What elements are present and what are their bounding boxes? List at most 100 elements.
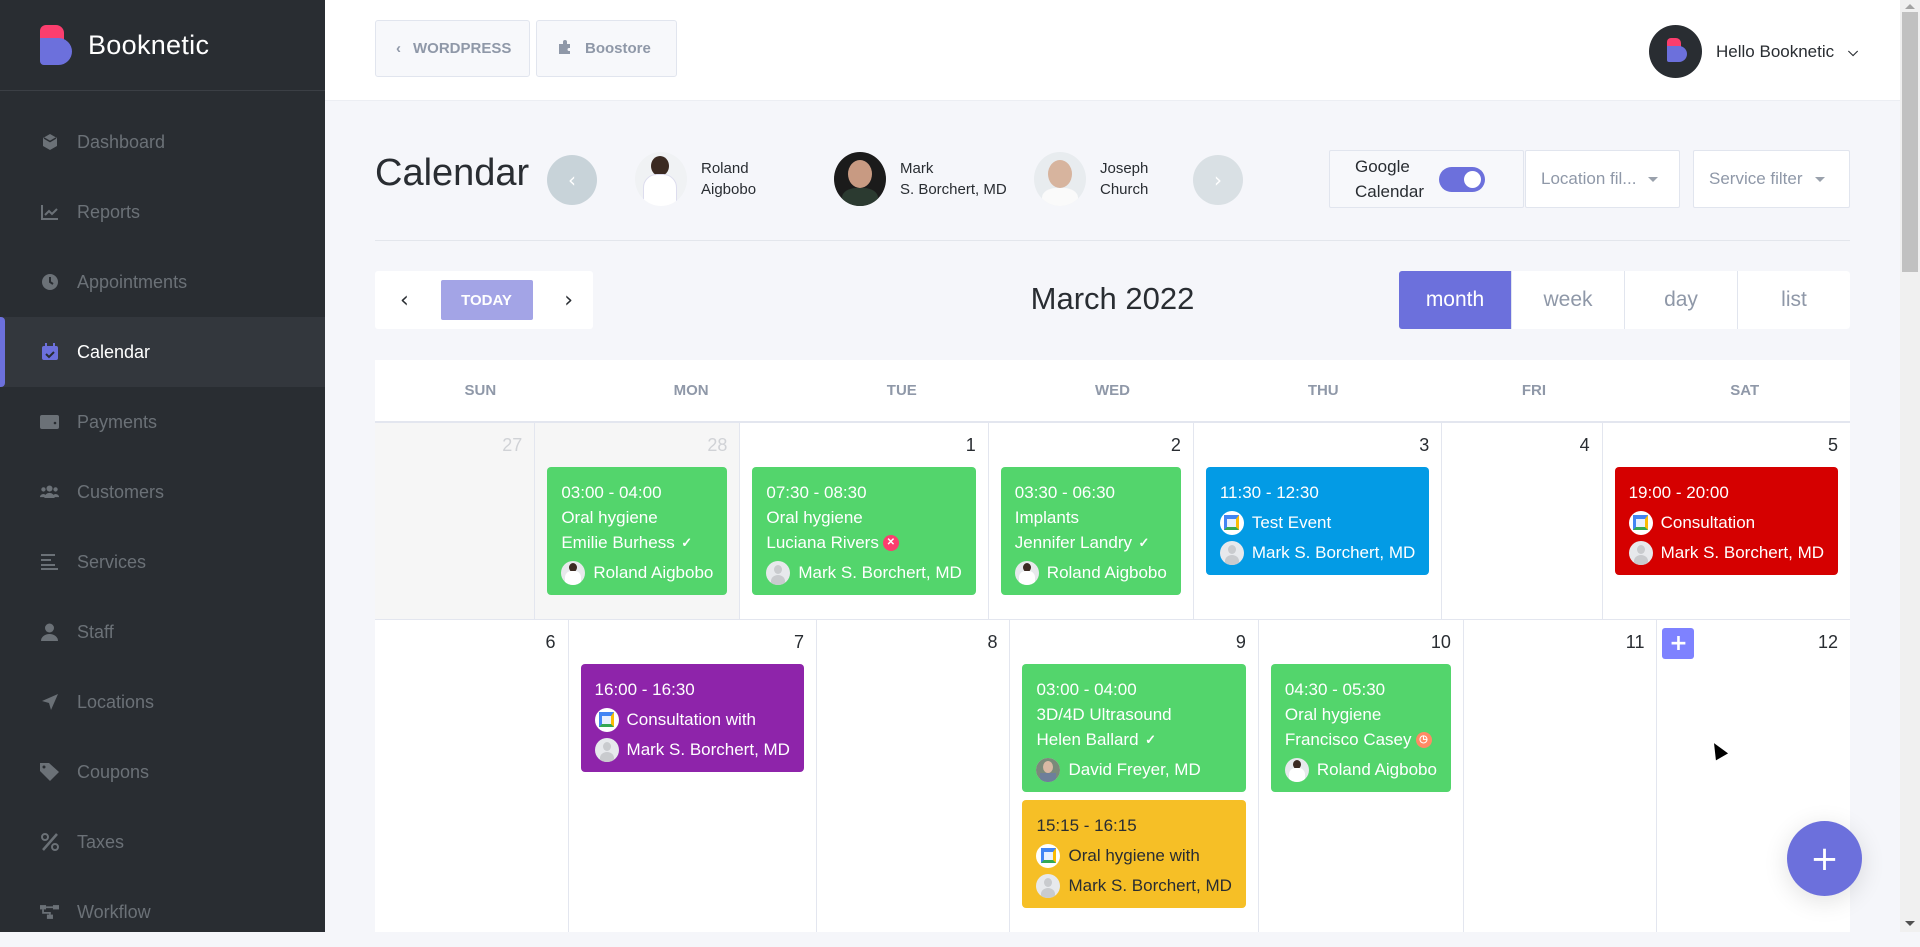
event-time: 03:00 - 04:00 (1036, 680, 1137, 699)
day-number: 2 (1170, 435, 1181, 455)
event-staff: Mark S. Borchert, MD (1068, 876, 1232, 895)
day-number: 8 (987, 632, 998, 652)
scroll-up-icon[interactable] (1905, 4, 1915, 9)
staff-avatar (1628, 540, 1653, 565)
view-week-button[interactable]: week (1512, 271, 1624, 329)
service-filter-select[interactable]: Service filter (1693, 150, 1850, 208)
calendar-event[interactable]: 15:15 - 16:15 Oral hygiene with Mark S. Bo… (1022, 800, 1246, 908)
calendar-day-cell[interactable]: 9 03:00 - 04:00 3D/4D Ultrasound Helen Ball… (1010, 620, 1259, 932)
service-filter-value: Service filter (1709, 169, 1803, 188)
calendar-day-cell[interactable]: 1 07:30 - 08:30 Oral hygiene Luciana Rivers… (740, 423, 989, 619)
wordpress-back-button[interactable]: ‹ WORDPRESS (375, 20, 530, 77)
calendar-event[interactable]: 07:30 - 08:30 Oral hygiene Luciana Rivers ✕… (752, 467, 976, 595)
calendar-day-cell[interactable]: 2 03:30 - 06:30 Implants Jennifer Landry ✓ Ro… (989, 423, 1194, 619)
event-staff: Roland Aigbobo (1316, 760, 1437, 779)
clock-icon (40, 273, 59, 292)
day-number: 1 (965, 435, 976, 455)
approved-check-icon: ✓ (1145, 732, 1156, 747)
scroll-thumb[interactable] (1902, 12, 1918, 272)
calendar-day-cell[interactable]: 3 11:30 - 12:30 Test Event Mark S. Borchert… (1194, 423, 1443, 619)
sidebar-item-reports[interactable]: Reports (0, 177, 325, 247)
sidebar-item-services[interactable]: Services (0, 527, 325, 597)
staff-filter-item[interactable]: Roland Aigbobo (635, 152, 756, 206)
sidebar-item-label: Appointments (77, 271, 188, 292)
staff-name: S. Borchert, MD (900, 181, 1007, 198)
calendar-toolbar: March 2022 ‹ TODAY › month week day list (375, 271, 1850, 330)
sidebar-item-label: Customers (77, 481, 165, 502)
calendar-event[interactable]: 03:30 - 06:30 Implants Jennifer Landry ✓ Rol… (1000, 467, 1181, 595)
day-number: 4 (1579, 435, 1590, 455)
staff-avatar (1036, 757, 1061, 782)
staff-filter-item[interactable]: Joseph Church (1034, 152, 1154, 206)
chevron-down-icon: ⌵ (1848, 43, 1858, 59)
sidebar-item-calendar[interactable]: Calendar (0, 317, 325, 387)
page-scrollbar[interactable] (1900, 0, 1920, 932)
boostore-button[interactable]: Boostore (536, 20, 677, 77)
user-avatar (1649, 25, 1703, 78)
staff-photo (635, 152, 687, 206)
event-service: Oral hygiene (561, 508, 658, 527)
add-appointment-day-button[interactable]: + (1662, 628, 1695, 659)
event-title: Oral hygiene with (1068, 846, 1200, 865)
event-time: 11:30 - 12:30 (1219, 483, 1319, 502)
next-month-button[interactable]: › (564, 288, 573, 313)
view-month-button[interactable]: month (1399, 271, 1511, 329)
location-filter-select[interactable]: Location fil... (1525, 150, 1680, 208)
user-menu[interactable]: Hello Booknetic ⌵ (1649, 25, 1858, 78)
calendar-week-row: 27 28 03:00 - 04:00 Oral hygiene Emilie Burh… (375, 423, 1850, 620)
calendar-event[interactable]: 03:00 - 04:00 Oral hygiene Emilie Burhess ✓… (547, 467, 728, 595)
chart-line-icon (40, 203, 59, 222)
calendar-day-cell[interactable]: 10 04:30 - 05:30 Oral hygiene Francisco Cas… (1259, 620, 1464, 932)
day-number: 5 (1828, 435, 1839, 455)
sidebar-item-appointments[interactable]: Appointments (0, 247, 325, 317)
calendar-event[interactable]: 03:00 - 04:00 3D/4D Ultrasound Helen Balla… (1022, 664, 1246, 792)
calendar-day-cell[interactable]: 28 03:00 - 04:00 Oral hygiene Emilie Burhes… (535, 423, 741, 619)
calendar-day-cell[interactable]: 5 19:00 - 20:00 Consultation Mark S. Borche… (1603, 423, 1850, 619)
cube-icon (40, 133, 59, 152)
sidebar-item-label: Dashboard (77, 131, 166, 152)
calendar-event[interactable]: 11:30 - 12:30 Test Event Mark S. Borchert,… (1205, 467, 1430, 575)
sidebar-item-payments[interactable]: Payments (0, 387, 325, 457)
calendar-day-cell[interactable]: 4 (1442, 423, 1603, 619)
event-time: 07:30 - 08:30 (766, 483, 867, 502)
calendar-event[interactable]: 16:00 - 16:30 Consultation with Mark S. Bo… (580, 664, 804, 772)
calendar-event[interactable]: 19:00 - 20:00 Consultation Mark S. Borcher… (1614, 467, 1839, 575)
google-calendar-toggle[interactable] (1439, 166, 1485, 192)
event-time: 16:00 - 16:30 (594, 680, 695, 699)
scroll-down-icon[interactable] (1905, 921, 1915, 926)
staff-name: Mark (900, 160, 934, 177)
view-list-button[interactable]: list (1738, 271, 1850, 329)
calendar-day-cell[interactable]: 8 (817, 620, 1011, 932)
staff-filter-item[interactable]: Mark S. Borchert, MD (834, 152, 1007, 206)
today-button[interactable]: TODAY (440, 280, 533, 320)
event-time: 03:30 - 06:30 (1014, 483, 1115, 502)
sidebar-item-staff[interactable]: Staff (0, 597, 325, 667)
calendar-day-cell[interactable]: 27 (375, 423, 536, 619)
calendar-day-cell[interactable]: 7 16:00 - 16:30 Consultation with Mark S. B… (569, 620, 817, 932)
logo[interactable]: Booknetic (0, 0, 325, 91)
sidebar-item-label: Taxes (77, 831, 125, 852)
day-number: 6 (545, 632, 556, 652)
staff-avatar (561, 560, 586, 585)
view-day-button[interactable]: day (1625, 271, 1737, 329)
boostore-label: Boostore (585, 40, 651, 57)
sidebar-item-dashboard[interactable]: Dashboard (0, 107, 325, 177)
calendar-event[interactable]: 04:30 - 05:30 Oral hygiene Francisco Casey… (1270, 664, 1451, 792)
approved-check-icon: ✓ (1138, 535, 1150, 550)
calendar-day-cell[interactable]: 11 (1464, 620, 1658, 932)
calendar-day-cell[interactable]: 6 (375, 620, 569, 932)
sidebar-item-customers[interactable]: Customers (0, 457, 325, 527)
sidebar-item-taxes[interactable]: Taxes (0, 807, 325, 877)
staff-avatar (766, 560, 791, 585)
sidebar-item-locations[interactable]: Locations (0, 667, 325, 737)
add-appointment-fab[interactable]: + (1787, 821, 1862, 896)
sidebar-item-workflow[interactable]: Workflow (0, 877, 325, 947)
google-calendar-label: Calendar (1355, 182, 1424, 201)
event-title: Consultation (1660, 513, 1756, 532)
sidebar-item-coupons[interactable]: Coupons (0, 737, 325, 807)
event-service: Oral hygiene (766, 508, 863, 527)
staff-prev-button[interactable]: ‹ (547, 155, 597, 205)
day-of-week-label: SAT (1730, 382, 1760, 399)
staff-next-button[interactable]: › (1193, 155, 1243, 205)
prev-month-button[interactable]: ‹ (400, 288, 409, 313)
